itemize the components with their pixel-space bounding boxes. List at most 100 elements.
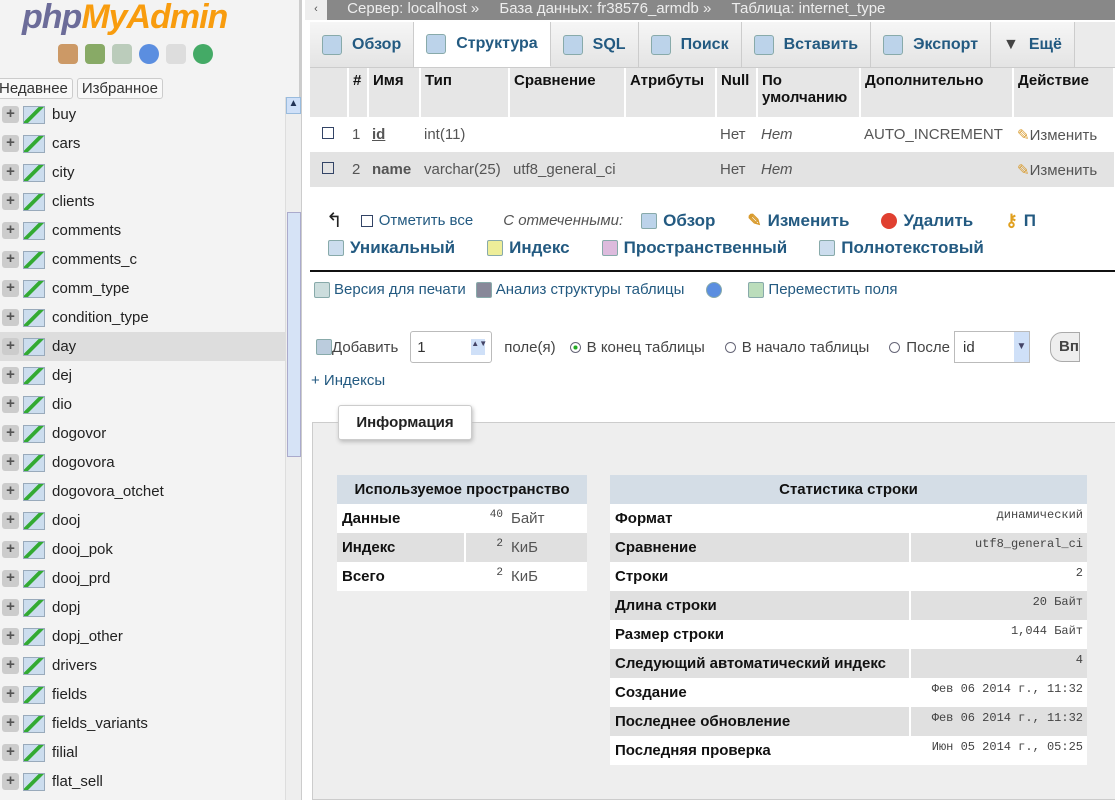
- analyze-structure-link[interactable]: Анализ структуры таблицы: [475, 281, 684, 298]
- sidebar-item-flat_sell[interactable]: + flat_sell: [0, 767, 285, 796]
- tab-more[interactable]: ▼ Ещё: [991, 22, 1075, 67]
- indexes-toggle-link[interactable]: + Индексы: [311, 372, 385, 389]
- sidebar-item-label[interactable]: comm_type: [52, 280, 130, 297]
- breadcrumb-server[interactable]: Сервер: localhost »: [347, 0, 479, 17]
- table-icon[interactable]: [23, 627, 45, 646]
- sidebar-item-dogovor[interactable]: + dogovor: [0, 419, 285, 448]
- favorites-tab[interactable]: Избранное: [76, 78, 163, 99]
- sidebar-item-label[interactable]: dopj: [52, 599, 80, 616]
- collapse-sidebar-button[interactable]: ‹: [305, 0, 327, 20]
- tab-insert[interactable]: Вставить: [741, 22, 872, 67]
- spinner-icon[interactable]: ▲▼: [471, 339, 487, 355]
- sidebar-item-fields_variants[interactable]: + fields_variants: [0, 709, 285, 738]
- sidebar-item-filial[interactable]: + filial: [0, 738, 285, 767]
- expand-icon[interactable]: +: [2, 715, 19, 732]
- query-window-icon[interactable]: [112, 44, 132, 64]
- bulk-delete-button[interactable]: Удалить: [881, 211, 973, 231]
- expand-icon[interactable]: +: [2, 686, 19, 703]
- sidebar-item-label[interactable]: dej: [52, 367, 72, 384]
- tab-structure[interactable]: Структура: [414, 22, 551, 67]
- table-icon[interactable]: [23, 192, 45, 211]
- table-icon[interactable]: [23, 772, 45, 791]
- sidebar-item-dopj_other[interactable]: + dopj_other: [0, 622, 285, 651]
- help-icon[interactable]: [139, 44, 159, 64]
- expand-icon[interactable]: +: [2, 425, 19, 442]
- table-icon[interactable]: [23, 453, 45, 472]
- expand-icon[interactable]: +: [2, 744, 19, 761]
- table-icon[interactable]: [23, 424, 45, 443]
- sidebar-item-comments[interactable]: + comments: [0, 216, 285, 245]
- expand-icon[interactable]: +: [2, 222, 19, 239]
- sidebar-item-drivers[interactable]: + drivers: [0, 651, 285, 680]
- sidebar-item-label[interactable]: dio: [52, 396, 72, 413]
- expand-icon[interactable]: +: [2, 367, 19, 384]
- table-icon[interactable]: [23, 337, 45, 356]
- expand-icon[interactable]: +: [2, 541, 19, 558]
- sidebar-item-dio[interactable]: + dio: [0, 390, 285, 419]
- table-icon[interactable]: [23, 598, 45, 617]
- radio-start-of-table[interactable]: В начало таблицы: [724, 339, 869, 356]
- recent-tab[interactable]: Недавнее: [0, 78, 73, 99]
- expand-icon[interactable]: +: [2, 164, 19, 181]
- sidebar-item-label[interactable]: dogovor: [52, 425, 106, 442]
- row-checkbox[interactable]: [322, 127, 334, 139]
- sidebar-item-label[interactable]: cars: [52, 135, 80, 152]
- sidebar-item-label[interactable]: dogovora: [52, 454, 115, 471]
- table-icon[interactable]: [23, 134, 45, 153]
- expand-icon[interactable]: +: [2, 599, 19, 616]
- after-column-select[interactable]: id ▼: [954, 331, 1030, 363]
- reload-icon[interactable]: [193, 44, 213, 64]
- sidebar-item-label[interactable]: dooj_prd: [52, 570, 110, 587]
- home-icon[interactable]: [58, 44, 78, 64]
- table-icon[interactable]: [23, 163, 45, 182]
- expand-icon[interactable]: +: [2, 309, 19, 326]
- sidebar-item-buy[interactable]: + buy: [0, 100, 285, 129]
- sidebar-item-label[interactable]: comments_c: [52, 251, 137, 268]
- tab-sql[interactable]: SQL: [550, 22, 639, 67]
- sidebar-item-label[interactable]: day: [52, 338, 76, 355]
- table-icon[interactable]: [23, 743, 45, 762]
- table-icon[interactable]: [23, 250, 45, 269]
- sidebar-item-label[interactable]: fields_variants: [52, 715, 148, 732]
- sidebar-item-dooj_prd[interactable]: + dooj_prd: [0, 564, 285, 593]
- bulk-unique-button[interactable]: Уникальный: [328, 238, 455, 258]
- sidebar-item-label[interactable]: dogovora_otchet: [52, 483, 164, 500]
- breadcrumb-table[interactable]: Таблица: internet_type: [732, 0, 886, 17]
- sidebar-item-label[interactable]: flat_sell: [52, 773, 103, 790]
- sidebar-item-label[interactable]: condition_type: [52, 309, 149, 326]
- bulk-primary-button[interactable]: ⚷ П: [1005, 211, 1036, 231]
- table-icon[interactable]: [23, 308, 45, 327]
- sidebar-item-dopj[interactable]: + dopj: [0, 593, 285, 622]
- help-icon[interactable]: [706, 281, 723, 298]
- expand-icon[interactable]: +: [2, 106, 19, 123]
- table-icon[interactable]: [23, 105, 45, 124]
- expand-icon[interactable]: +: [2, 396, 19, 413]
- table-icon[interactable]: [23, 540, 45, 559]
- table-icon[interactable]: [23, 279, 45, 298]
- radio-end-of-table[interactable]: В конец таблицы: [569, 339, 705, 356]
- sidebar-item-dooj[interactable]: + dooj: [0, 506, 285, 535]
- sidebar-item-label[interactable]: dopj_other: [52, 628, 123, 645]
- expand-icon[interactable]: +: [2, 483, 19, 500]
- bulk-browse-button[interactable]: Обзор: [641, 211, 715, 231]
- bulk-spatial-button[interactable]: Пространственный: [601, 238, 787, 258]
- sidebar-scrollbar[interactable]: ▲: [285, 97, 301, 800]
- expand-icon[interactable]: +: [2, 193, 19, 210]
- docs-icon[interactable]: [166, 44, 186, 64]
- expand-icon[interactable]: +: [2, 454, 19, 471]
- go-button[interactable]: Вп: [1050, 332, 1080, 362]
- phpmyadmin-logo[interactable]: phpMyAdmin: [22, 0, 228, 37]
- tab-browse[interactable]: Обзор: [310, 22, 415, 67]
- column-count-stepper[interactable]: 1 ▲▼: [410, 331, 493, 363]
- print-view-link[interactable]: Версия для печати: [314, 281, 466, 298]
- sidebar-item-label[interactable]: buy: [52, 106, 76, 123]
- sidebar-item-city[interactable]: + city: [0, 158, 285, 187]
- table-icon[interactable]: [23, 685, 45, 704]
- sidebar-item-label[interactable]: comments: [52, 222, 121, 239]
- sidebar-item-dogovora[interactable]: + dogovora: [0, 448, 285, 477]
- sidebar-item-cars[interactable]: + cars: [0, 129, 285, 158]
- move-columns-link[interactable]: Переместить поля: [748, 281, 898, 298]
- sidebar-item-comm_type[interactable]: + comm_type: [0, 274, 285, 303]
- table-icon[interactable]: [23, 656, 45, 675]
- expand-icon[interactable]: +: [2, 628, 19, 645]
